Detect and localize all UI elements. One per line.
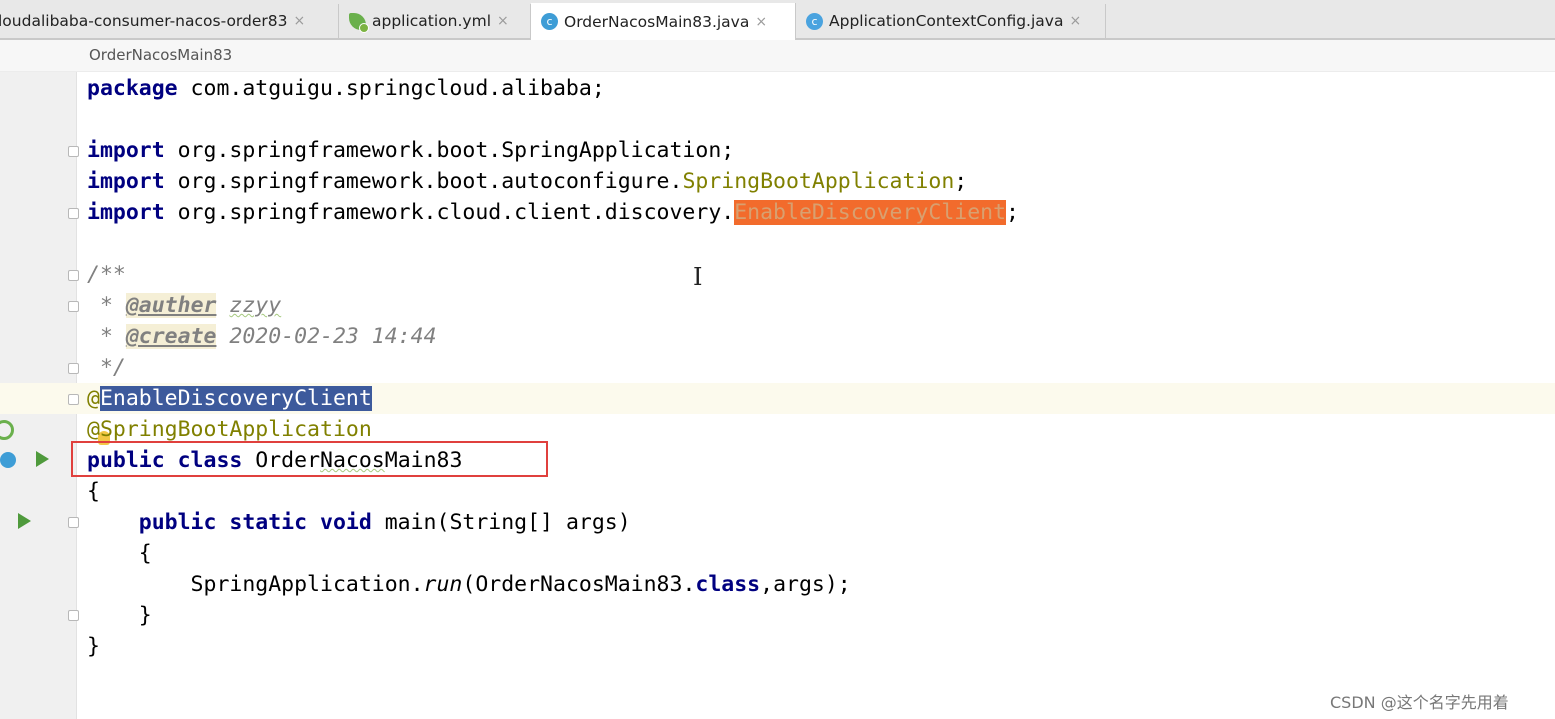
fold-marker[interactable]: [68, 301, 79, 312]
run-icon[interactable]: [18, 513, 31, 529]
close-icon[interactable]: ×: [497, 13, 509, 29]
fold-marker[interactable]: [68, 517, 79, 528]
fold-marker[interactable]: [68, 610, 79, 621]
editor-tab-bar: loudalibaba-consumer-nacos-order83 × app…: [0, 0, 1555, 40]
breadcrumb-item[interactable]: OrderNacosMain83: [89, 46, 232, 64]
code-line: @EnableDiscoveryClient: [87, 386, 372, 411]
fold-marker[interactable]: [68, 394, 79, 405]
code-line: import org.springframework.boot.SpringAp…: [87, 138, 735, 163]
tab-label: ApplicationContextConfig.java: [829, 12, 1064, 30]
code-line: }: [87, 634, 100, 659]
code-line: /**: [87, 262, 126, 287]
code-line: import org.springframework.boot.autoconf…: [87, 169, 968, 194]
highlight-box: [71, 441, 548, 477]
tab-label: OrderNacosMain83.java: [564, 12, 750, 31]
tab-application-yml[interactable]: application.yml ×: [339, 4, 531, 38]
tab-label: application.yml: [372, 12, 492, 30]
tab-label: loudalibaba-consumer-nacos-order83: [0, 12, 288, 30]
code-line: {: [87, 479, 100, 504]
code-line: }: [87, 603, 152, 628]
code-line: SpringApplication.run(OrderNacosMain83.c…: [87, 572, 851, 597]
run-icon[interactable]: [36, 451, 49, 467]
breadcrumb: OrderNacosMain83: [0, 40, 1555, 72]
code-line: import org.springframework.cloud.client.…: [87, 200, 1019, 225]
tab-order-nacos-main83[interactable]: c OrderNacosMain83.java ×: [531, 3, 796, 40]
code-line: package com.atguigu.springcloud.alibaba;: [87, 76, 605, 101]
spring-yml-icon: [349, 12, 369, 33]
code-line: {: [87, 541, 152, 566]
close-icon[interactable]: ×: [294, 13, 306, 29]
spring-bean-icon[interactable]: [0, 420, 14, 440]
code-editor[interactable]: package com.atguigu.springcloud.alibaba;…: [0, 72, 1555, 719]
fold-marker[interactable]: [68, 363, 79, 374]
close-icon[interactable]: ×: [755, 14, 767, 30]
spring-class-icon: c: [541, 13, 558, 30]
spring-class-icon[interactable]: [0, 452, 16, 468]
fold-marker[interactable]: [68, 208, 79, 219]
unused-import-warning: EnableDiscoveryClient: [734, 200, 1007, 225]
code-line: public static void main(String[] args): [87, 510, 631, 535]
code-line: */: [87, 355, 126, 380]
tab-application-context-config[interactable]: c ApplicationContextConfig.java ×: [796, 4, 1106, 38]
watermark: CSDN @这个名字先用着: [1330, 693, 1509, 712]
selected-text: EnableDiscoveryClient: [99, 386, 372, 411]
fold-marker[interactable]: [68, 270, 79, 281]
class-icon: c: [806, 12, 823, 30]
close-icon[interactable]: ×: [1069, 13, 1081, 29]
code-line: * @create 2020-02-23 14:44: [87, 324, 437, 349]
code-line: * @auther zzyy: [87, 293, 282, 318]
tab-module[interactable]: loudalibaba-consumer-nacos-order83 ×: [0, 4, 339, 38]
fold-marker[interactable]: [68, 146, 79, 157]
text-cursor-icon: I: [693, 263, 703, 291]
